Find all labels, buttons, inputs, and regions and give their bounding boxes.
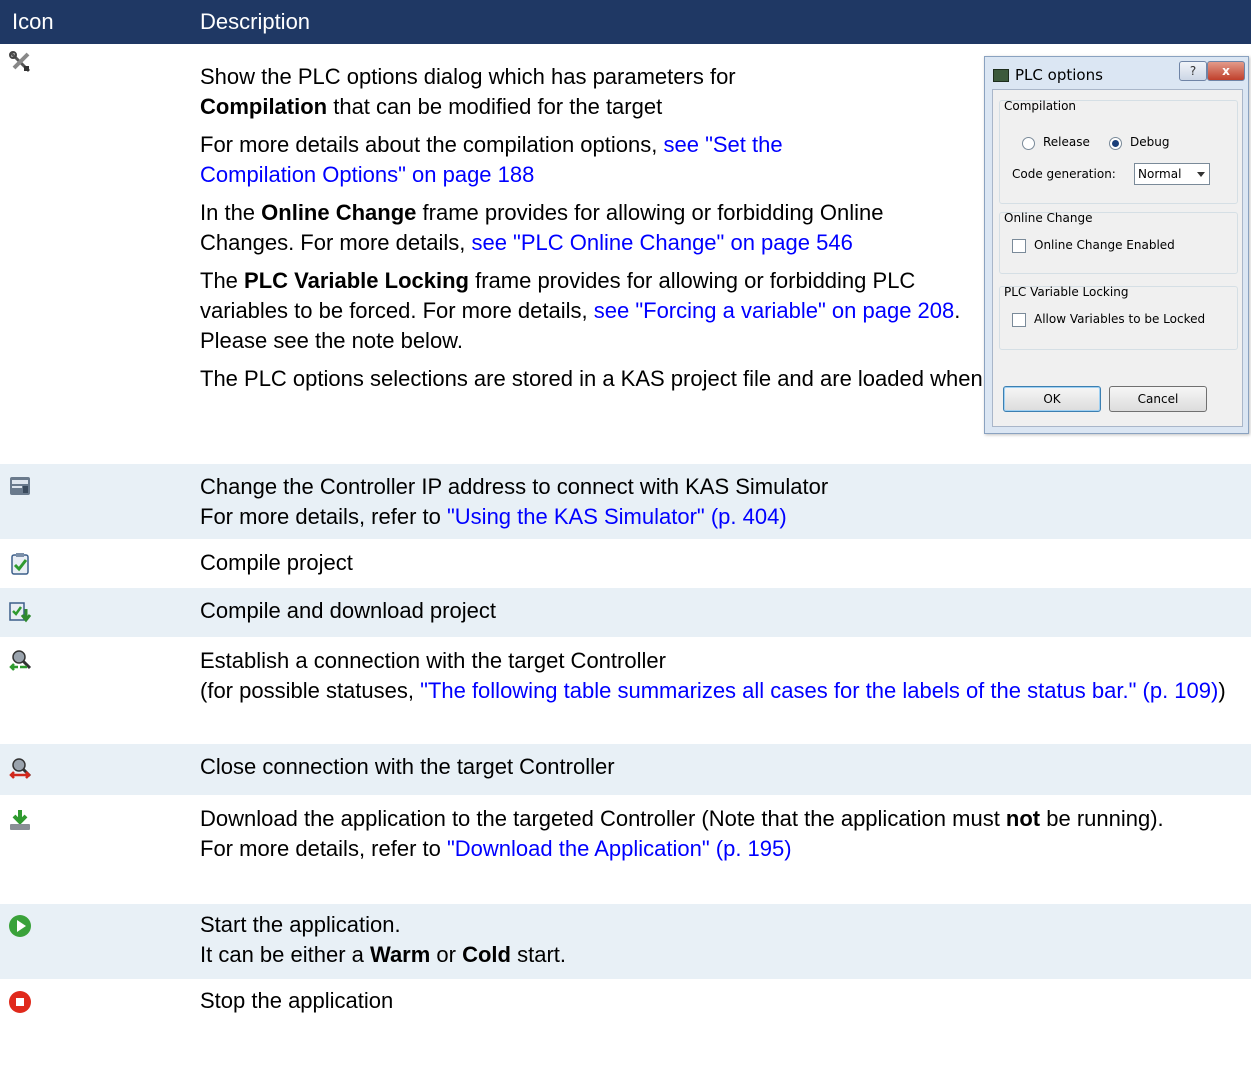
compile-icon bbox=[11, 553, 29, 575]
plc-options-text: Show the PLC options dialog which has pa… bbox=[200, 64, 736, 89]
forcing-variable-link[interactable]: see "Forcing a variable" on page 208 bbox=[594, 298, 955, 323]
allow-locked-checkbox[interactable] bbox=[1012, 313, 1026, 327]
help-icon: ? bbox=[1189, 64, 1197, 78]
plc-options-dialog: PLC options ? x Compilation Release Debu… bbox=[984, 56, 1249, 434]
dialog-title: PLC options bbox=[1015, 66, 1103, 84]
close-icon: x bbox=[1222, 64, 1230, 78]
statuses-text: (for possible statuses, bbox=[200, 678, 421, 703]
connect-text: Establish a connection with the target C… bbox=[200, 648, 666, 673]
code-generation-label: Code generation: bbox=[1012, 167, 1116, 181]
table-row-compile: Compile project bbox=[0, 540, 1251, 588]
ok-button[interactable]: OK bbox=[1003, 386, 1101, 412]
compile-text: Compile project bbox=[200, 550, 353, 575]
header-icon-column: Icon bbox=[12, 9, 54, 34]
cancel-button[interactable]: Cancel bbox=[1109, 386, 1207, 412]
table-row-simulator: Change the Controller IP address to conn… bbox=[0, 464, 1251, 540]
statuses-text-end: ) bbox=[1218, 678, 1226, 703]
compilation-term: Compilation bbox=[200, 94, 328, 119]
table-row-stop: Stop the application bbox=[0, 980, 1251, 1028]
compile-download-text: Compile and download project bbox=[200, 598, 496, 623]
release-label: Release bbox=[1043, 135, 1090, 149]
stop-text: Stop the application bbox=[200, 988, 394, 1013]
start-icon bbox=[9, 915, 31, 937]
download-text: Download the application to the targeted… bbox=[200, 806, 1006, 831]
plc-variable-locking-legend: PLC Variable Locking bbox=[1004, 285, 1129, 299]
simulator-icon bbox=[10, 477, 30, 495]
table-row-compile-download: Compile and download project bbox=[0, 588, 1251, 638]
plc-online-change-link[interactable]: see "PLC Online Change" on page 546 bbox=[471, 230, 852, 255]
commands-table: Icon Description Show the PLC options di… bbox=[0, 0, 1251, 1028]
using-kas-simulator-link[interactable]: "Using the KAS Simulator" (p. 404) bbox=[447, 504, 787, 529]
disconnect-icon bbox=[9, 758, 32, 779]
table-row-download: Download the application to the targeted… bbox=[0, 796, 1251, 904]
plc-variable-locking-group: PLC Variable Locking Allow Variables to … bbox=[999, 285, 1238, 350]
plc-window-icon bbox=[993, 69, 1009, 82]
table-row-disconnect: Close connection with the target Control… bbox=[0, 744, 1251, 796]
tools-icon bbox=[9, 51, 31, 73]
debug-label: Debug bbox=[1130, 135, 1170, 149]
online-change-checkbox[interactable] bbox=[1012, 239, 1026, 253]
table-row-connect: Establish a connection with the target C… bbox=[0, 638, 1251, 744]
online-change-text-start: In the bbox=[200, 200, 262, 225]
table-row-start: Start the application. It can be either … bbox=[0, 904, 1251, 980]
start-mode-or: or bbox=[430, 942, 463, 967]
not-term: not bbox=[1005, 806, 1041, 831]
online-change-group: Online Change Online Change Enabled bbox=[999, 211, 1238, 274]
chevron-down-icon bbox=[1197, 172, 1205, 177]
compilation-group: Compilation Release Debug Code generatio… bbox=[999, 99, 1238, 204]
download-details-text: For more details, refer to bbox=[200, 836, 447, 861]
start-text: Start the application. bbox=[200, 912, 401, 937]
allow-locked-label: Allow Variables to be Locked bbox=[1034, 312, 1206, 326]
cold-term: Cold bbox=[462, 942, 511, 967]
stop-icon bbox=[9, 991, 31, 1013]
disconnect-text: Close connection with the target Control… bbox=[200, 754, 615, 779]
simulator-details-text: For more details, refer to bbox=[200, 504, 447, 529]
dialog-body: Compilation Release Debug Code generatio… bbox=[992, 89, 1243, 427]
plc-options-text-end: that can be modified for the target bbox=[327, 94, 663, 119]
online-change-legend: Online Change bbox=[1004, 211, 1093, 225]
close-button[interactable]: x bbox=[1207, 61, 1245, 81]
debug-radio[interactable] bbox=[1109, 137, 1122, 150]
status-bar-labels-link[interactable]: "The following table summarizes all case… bbox=[420, 678, 1218, 703]
header-description-column: Description bbox=[200, 9, 311, 34]
simulator-text: Change the Controller IP address to conn… bbox=[200, 474, 829, 499]
download-application-link[interactable]: "Download the Application" (p. 195) bbox=[447, 836, 792, 861]
help-button[interactable]: ? bbox=[1179, 61, 1207, 81]
locking-text-start: The bbox=[200, 268, 245, 293]
start-mode-end: start. bbox=[511, 942, 567, 967]
table-header: Icon Description bbox=[0, 0, 1251, 44]
plc-variable-locking-term: PLC Variable Locking bbox=[244, 268, 469, 293]
download-text-end: be running). bbox=[1040, 806, 1164, 831]
download-icon bbox=[10, 810, 30, 830]
release-radio[interactable] bbox=[1022, 137, 1035, 150]
compilation-details-text: For more details about the compilation o… bbox=[200, 132, 664, 157]
connect-icon bbox=[9, 650, 32, 671]
start-mode-text: It can be either a bbox=[200, 942, 370, 967]
warm-term: Warm bbox=[370, 942, 431, 967]
compile-download-icon bbox=[9, 602, 32, 623]
code-generation-select[interactable]: Normal bbox=[1134, 163, 1210, 185]
online-change-term: Online Change bbox=[261, 200, 417, 225]
online-change-enabled-label: Online Change Enabled bbox=[1034, 238, 1175, 252]
code-generation-value: Normal bbox=[1138, 167, 1182, 181]
compilation-legend: Compilation bbox=[1004, 99, 1077, 113]
